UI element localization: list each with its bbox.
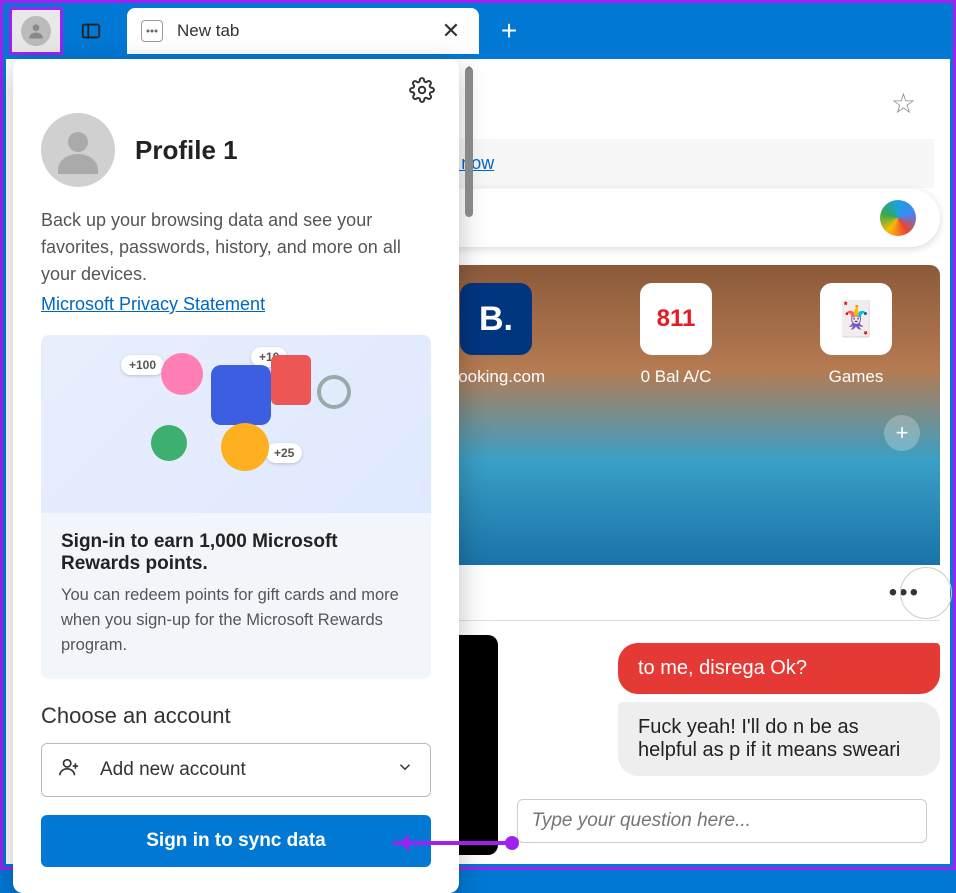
popcorn-icon xyxy=(271,355,311,405)
quick-link-kotak[interactable]: 811 0 Bal A/C xyxy=(616,283,736,399)
chat-bubble-ai: Fuck yeah! I'll do n be as helpful as p … xyxy=(618,702,940,776)
promo-title: Sign-in to earn 1,000 Microsoft Rewards … xyxy=(61,531,411,575)
profile-flyout-wrapper: ⌃ Profile 1 Back up your browsing data a… xyxy=(13,59,483,859)
ask-input[interactable] xyxy=(517,799,927,843)
add-quick-link[interactable]: + xyxy=(884,415,920,451)
scroll-up-icon[interactable]: ⌃ xyxy=(462,64,476,76)
profile-flyout: ⌃ Profile 1 Back up your browsing data a… xyxy=(13,59,459,893)
person-add-icon xyxy=(58,756,80,784)
coin-icon xyxy=(221,423,269,471)
games-icon: 🃏 xyxy=(820,283,892,355)
browser-tab[interactable]: New tab ✕ xyxy=(127,8,479,54)
pts-badge: +100 xyxy=(121,355,164,375)
pts-badge: +25 xyxy=(266,443,302,463)
new-tab-button[interactable]: + xyxy=(489,11,529,51)
favorite-star-icon[interactable]: ☆ xyxy=(891,87,916,120)
add-account-label: Add new account xyxy=(100,759,246,781)
globe-icon xyxy=(151,425,187,461)
copilot-icon[interactable] xyxy=(880,200,916,236)
avatar-icon xyxy=(21,16,51,46)
rewards-promo: +100 +10 +25 Sign-in to earn 1,000 Micro… xyxy=(41,335,431,679)
quick-link-games[interactable]: 🃏 Games xyxy=(796,283,916,399)
chevron-down-icon xyxy=(396,758,414,782)
profile-description: Back up your browsing data and see your … xyxy=(41,207,431,288)
annotation-arrow xyxy=(393,841,513,845)
profile-name: Profile 1 xyxy=(135,135,238,166)
flyout-scrollbar[interactable]: ⌃ xyxy=(465,67,473,868)
choose-account-label: Choose an account xyxy=(41,703,431,729)
tab-title: New tab xyxy=(177,21,239,41)
privacy-statement-link[interactable]: Microsoft Privacy Statement xyxy=(41,294,265,314)
chat-bubble-user: to me, disrega Ok? xyxy=(618,643,940,694)
gift-icon xyxy=(211,365,271,425)
profile-button[interactable] xyxy=(9,7,63,55)
add-account-dropdown[interactable]: Add new account xyxy=(41,743,431,797)
promo-illustration: +100 +10 +25 xyxy=(41,335,431,513)
donut-icon xyxy=(161,353,203,395)
sign-in-button[interactable]: Sign in to sync data xyxy=(41,815,431,867)
promo-body: You can redeem points for gift cards and… xyxy=(61,583,411,657)
profile-header: Profile 1 xyxy=(41,113,431,187)
avatar-large-icon xyxy=(41,113,115,187)
titlebar: New tab ✕ + xyxy=(3,3,953,59)
scroll-thumb[interactable] xyxy=(465,67,473,217)
nav-personalize[interactable] xyxy=(900,567,952,619)
magnifier-icon xyxy=(317,375,351,409)
tab-actions-button[interactable] xyxy=(69,9,113,53)
feed-card-chat[interactable]: to me, disrega Ok? Fuck yeah! I'll do n … xyxy=(508,635,940,855)
favicon-icon xyxy=(141,20,163,42)
gear-icon[interactable] xyxy=(409,77,435,110)
kotak-icon: 811 xyxy=(640,283,712,355)
close-tab-button[interactable]: ✕ xyxy=(437,17,465,45)
